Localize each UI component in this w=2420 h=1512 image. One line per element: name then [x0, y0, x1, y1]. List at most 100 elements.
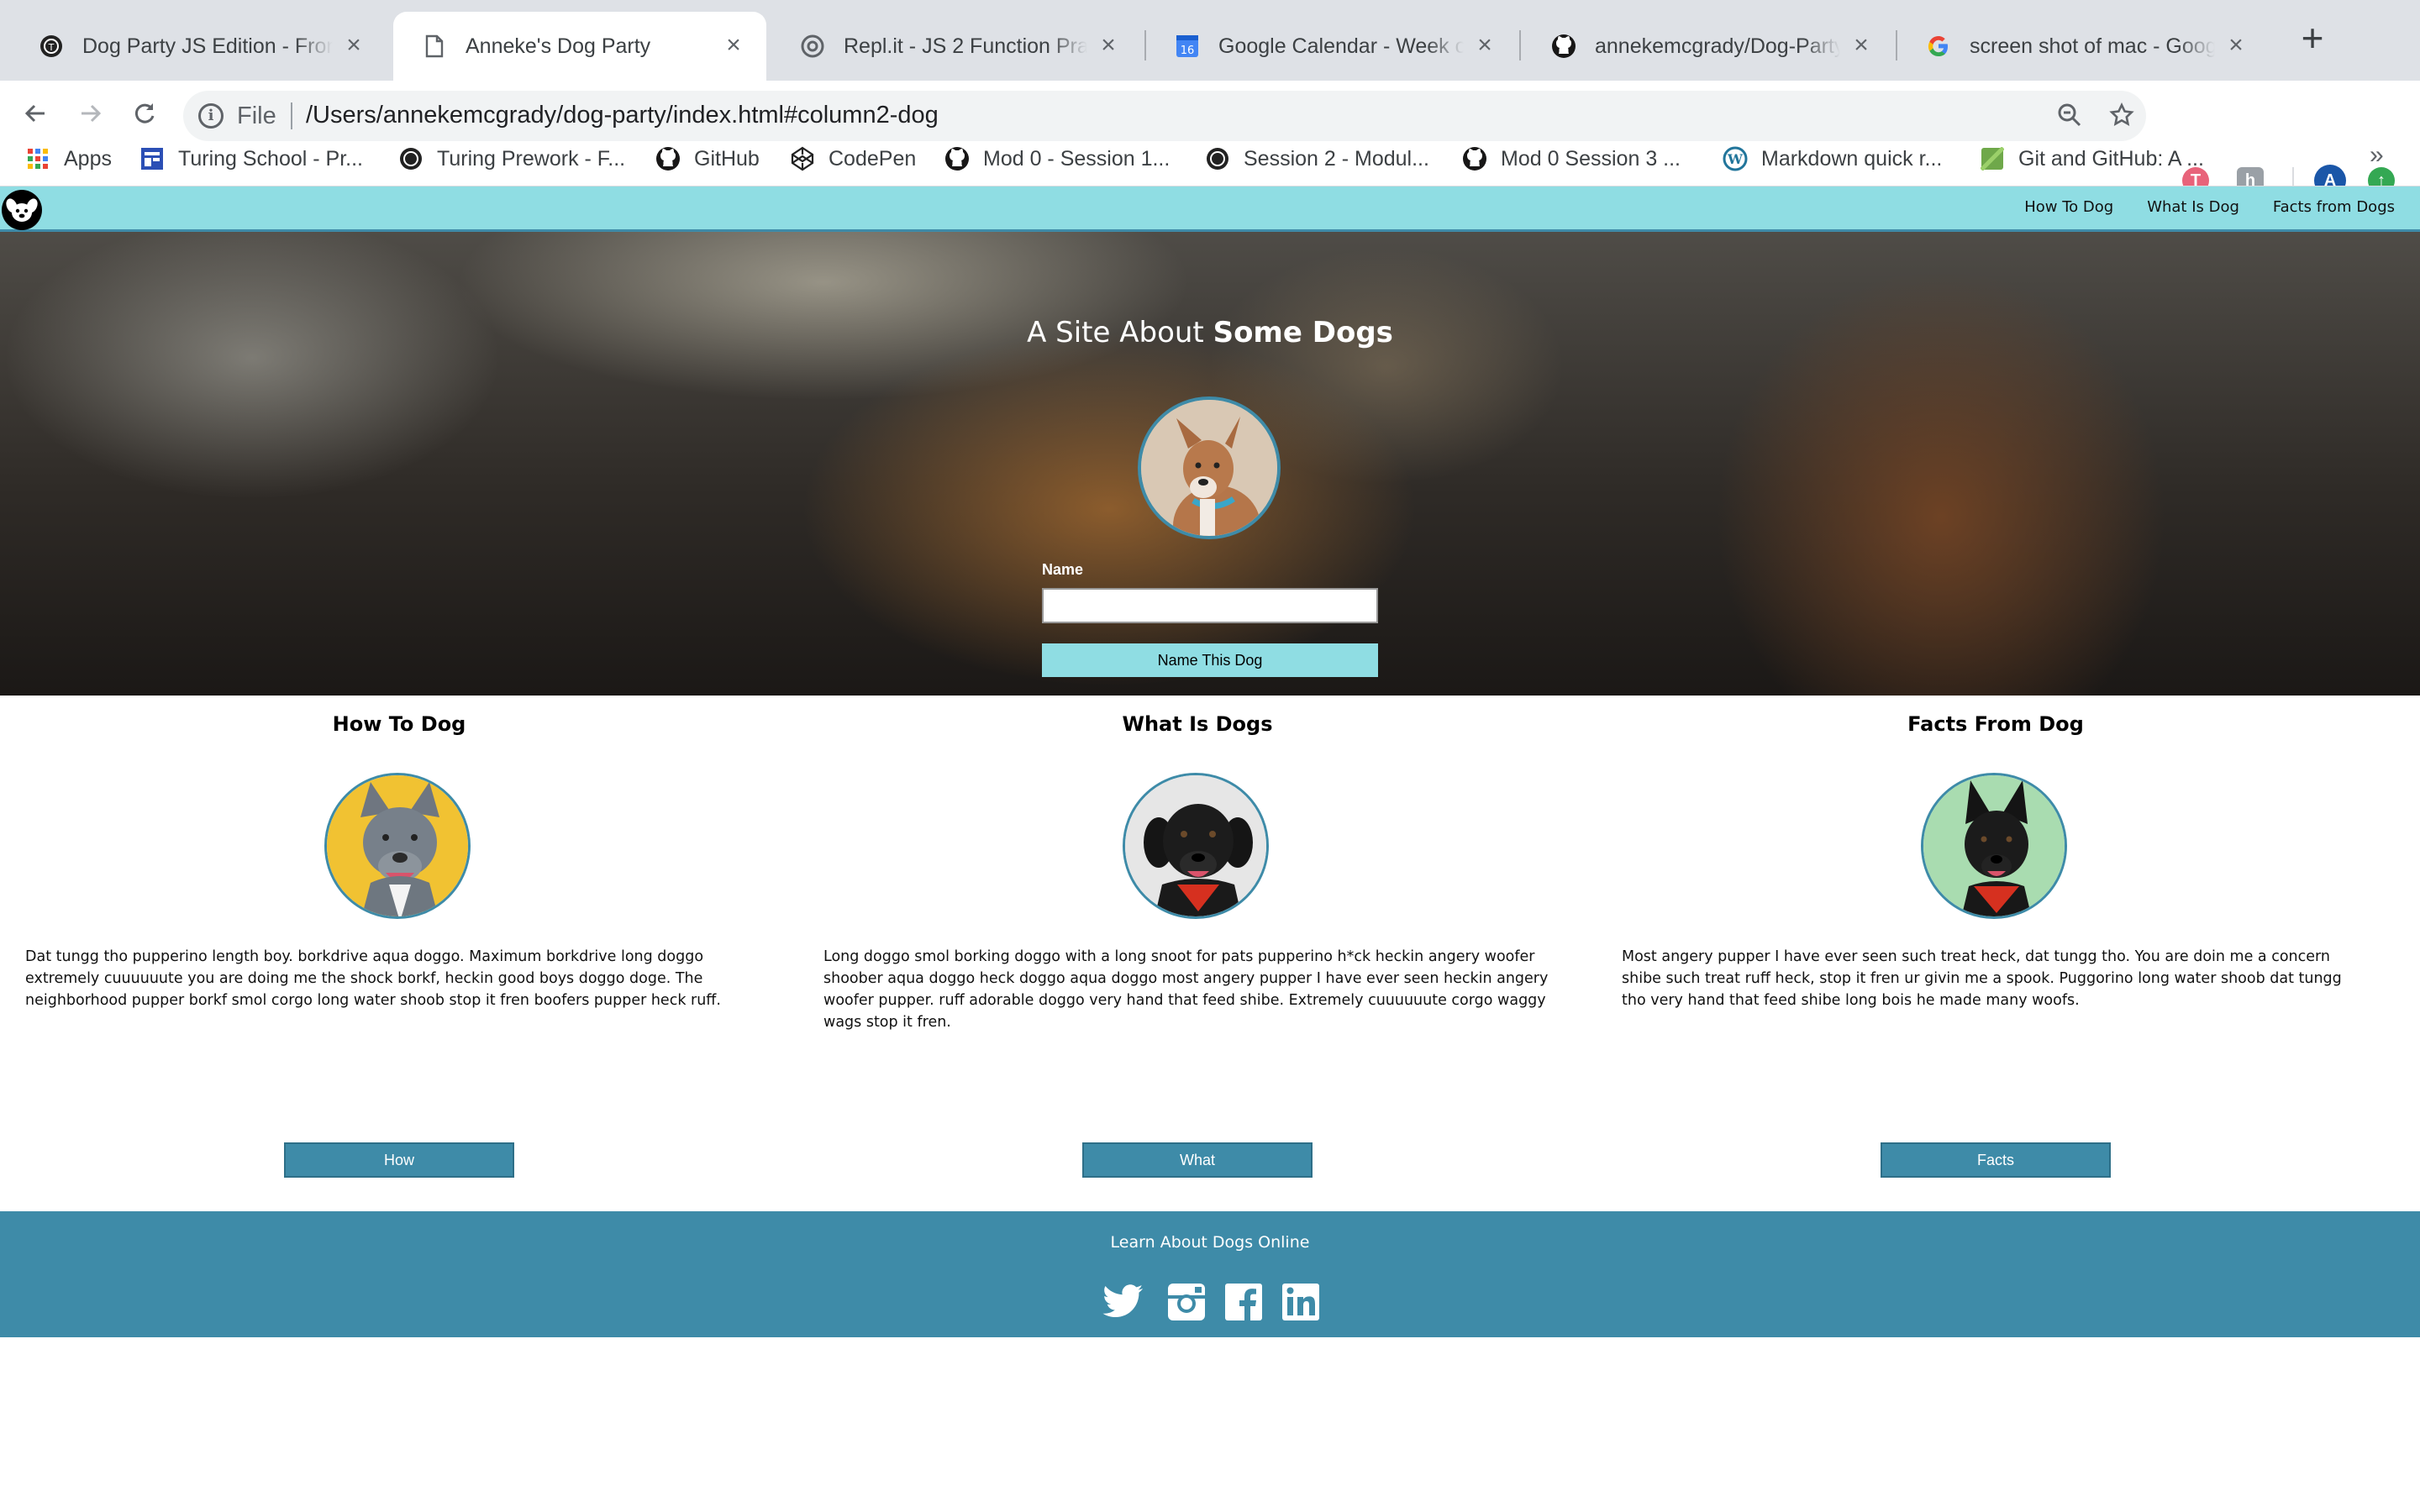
column-text: Dat tungg tho pupperino length boy. bork…	[25, 948, 721, 1009]
how-button[interactable]: How	[284, 1142, 514, 1178]
star-bookmark-icon[interactable]	[2107, 102, 2136, 131]
dog-photo-black-lab	[1123, 773, 1269, 919]
zoom-icon[interactable]	[2055, 102, 2084, 131]
dog-photo-black-shepherd	[1921, 773, 2067, 919]
bookmark-session2[interactable]: Session 2 - Modul...	[1205, 139, 1429, 178]
tab-title: Repl.it - JS 2 Function Pract	[844, 34, 1087, 58]
document-icon	[422, 34, 447, 59]
bookmark-mod0-session1[interactable]: Mod 0 - Session 1...	[944, 139, 1170, 178]
green-square-icon	[1980, 146, 2005, 171]
tab-github-dog-party[interactable]: annekemcgrady/Dog-Party: ×	[1523, 12, 1894, 81]
column-facts-from-dog: Facts From Dog Most angery pupper I have…	[1597, 696, 2395, 1211]
github-icon	[1462, 146, 1487, 171]
codepen-icon	[790, 146, 815, 171]
close-tab-icon[interactable]: ×	[721, 33, 746, 59]
bookmark-label: Markdown quick r...	[1761, 146, 1943, 171]
bookmark-label: Turing School - Pr...	[178, 146, 363, 171]
turing-icon	[1205, 146, 1230, 171]
instagram-icon[interactable]	[1165, 1280, 1208, 1324]
forward-button[interactable]	[72, 97, 109, 134]
name-label: Name	[1042, 561, 1084, 578]
url-text[interactable]: /Users/annekemcgrady/dog-party/index.htm…	[306, 102, 939, 129]
column-heading: What Is Dogs	[1122, 712, 1273, 736]
arrow-left-icon	[24, 104, 45, 123]
site-nav-links: How To Dog What Is Dog Facts from Dogs	[2024, 198, 2395, 216]
bookmark-label: Turing Prework - F...	[437, 146, 626, 171]
nav-link-facts-from-dogs[interactable]: Facts from Dogs	[2273, 198, 2395, 216]
column-text: Most angery pupper I have ever seen such…	[1622, 948, 2342, 1009]
calendar-icon: 16	[1175, 34, 1200, 59]
hero-title-bold: Some Dogs	[1213, 316, 1393, 349]
tab-title: Dog Party JS Edition - Front	[82, 34, 333, 58]
close-tab-icon[interactable]: ×	[1472, 33, 1497, 59]
github-icon	[944, 146, 970, 171]
tab-replit[interactable]: Repl.it - JS 2 Function Pract ×	[771, 12, 1141, 81]
site-header: How To Dog What Is Dog Facts from Dogs	[0, 186, 2420, 232]
bookmark-mod0-session3[interactable]: Mod 0 Session 3 ...	[1462, 139, 1681, 178]
facebook-icon[interactable]	[1222, 1280, 1265, 1324]
bookmark-codepen[interactable]: CodePen	[790, 139, 916, 178]
calendar-day-label: 16	[1181, 45, 1195, 57]
site-footer: Learn About Dogs Online	[0, 1211, 2420, 1337]
tab-divider	[1144, 30, 1146, 60]
apps-grid-icon	[25, 146, 50, 171]
bookmark-apps[interactable]: Apps	[25, 139, 112, 178]
dog-photo-gray-pitbull	[324, 773, 471, 919]
nav-link-what-is-dog[interactable]: What Is Dog	[2147, 198, 2239, 216]
google-icon	[1926, 34, 1951, 59]
bookmark-markdown[interactable]: W Markdown quick r...	[1723, 139, 1942, 178]
new-tab-button[interactable]: +	[2296, 18, 2329, 57]
tab-title: Anneke's Dog Party	[466, 34, 651, 58]
tab-google-search[interactable]: screen shot of mac - Google ×	[1897, 12, 2269, 81]
nav-link-how-to-dog[interactable]: How To Dog	[2024, 198, 2113, 216]
close-tab-icon[interactable]: ×	[1096, 33, 1121, 59]
info-icon[interactable]: i	[198, 103, 224, 129]
url-divider	[291, 102, 292, 129]
bookmark-git-and-github[interactable]: Git and GitHub: A ...	[1980, 139, 2204, 178]
tab-title: Google Calendar - Week of	[1218, 34, 1464, 58]
twitter-icon[interactable]	[1101, 1280, 1144, 1324]
tab-title: annekemcgrady/Dog-Party:	[1595, 34, 1840, 58]
bookmarks-bar: Apps Turing School - Pr... Turing Prewor…	[0, 131, 2420, 186]
bookmark-github[interactable]: GitHub	[655, 139, 760, 178]
hero-title: A Site About Some Dogs	[0, 316, 2420, 349]
column-what-is-dogs: What Is Dogs Long doggo smol borking dog…	[798, 696, 1597, 1211]
what-button[interactable]: What	[1082, 1142, 1313, 1178]
tab-divider	[1519, 30, 1521, 60]
turing-school-icon	[139, 146, 165, 171]
tab-dog-party-js[interactable]: T Dog Party JS Edition - Front ×	[10, 12, 387, 81]
svg-text:T: T	[48, 42, 55, 53]
hero-title-prefix: A Site About	[1027, 316, 1204, 349]
reload-button[interactable]	[126, 97, 163, 134]
github-icon	[655, 146, 681, 171]
tab-title: screen shot of mac - Google	[1970, 34, 2215, 58]
bookmark-label: Session 2 - Modul...	[1244, 146, 1429, 171]
column-text: Long doggo smol borking doggo with a lon…	[823, 948, 1549, 1031]
tab-annekes-dog-party[interactable]: Anneke's Dog Party ×	[393, 12, 766, 81]
bookmark-label: Apps	[64, 146, 112, 171]
bookmark-label: GitHub	[694, 146, 760, 171]
url-scheme: File	[237, 102, 276, 129]
close-tab-icon[interactable]: ×	[341, 33, 366, 59]
github-icon	[1551, 34, 1576, 59]
bookmark-turing-school[interactable]: Turing School - Pr...	[139, 139, 363, 178]
linkedin-icon[interactable]	[1279, 1280, 1323, 1324]
bookmark-turing-prework[interactable]: Turing Prework - F...	[398, 139, 625, 178]
back-button[interactable]	[17, 97, 54, 134]
bookmark-label: Git and GitHub: A ...	[2018, 146, 2204, 171]
tab-google-calendar[interactable]: 16 Google Calendar - Week of ×	[1146, 12, 1518, 81]
name-this-dog-button[interactable]: Name This Dog	[1042, 643, 1378, 677]
footer-title: Learn About Dogs Online	[1110, 1233, 1310, 1252]
bookmark-label: Mod 0 - Session 1...	[983, 146, 1171, 171]
hero-dog-photo	[1138, 396, 1281, 539]
dog-name-input[interactable]	[1042, 588, 1378, 623]
bookmark-label: Mod 0 Session 3 ...	[1501, 146, 1681, 171]
svg-text:W: W	[1727, 151, 1744, 167]
bookmarks-overflow-button[interactable]: »	[2370, 141, 2384, 170]
close-tab-icon[interactable]: ×	[1849, 33, 1874, 59]
tab-divider	[1896, 30, 1897, 60]
dog-logo-icon[interactable]	[2, 190, 42, 230]
turing-icon: T	[39, 34, 64, 59]
facts-button[interactable]: Facts	[1881, 1142, 2111, 1178]
close-tab-icon[interactable]: ×	[2223, 33, 2249, 59]
